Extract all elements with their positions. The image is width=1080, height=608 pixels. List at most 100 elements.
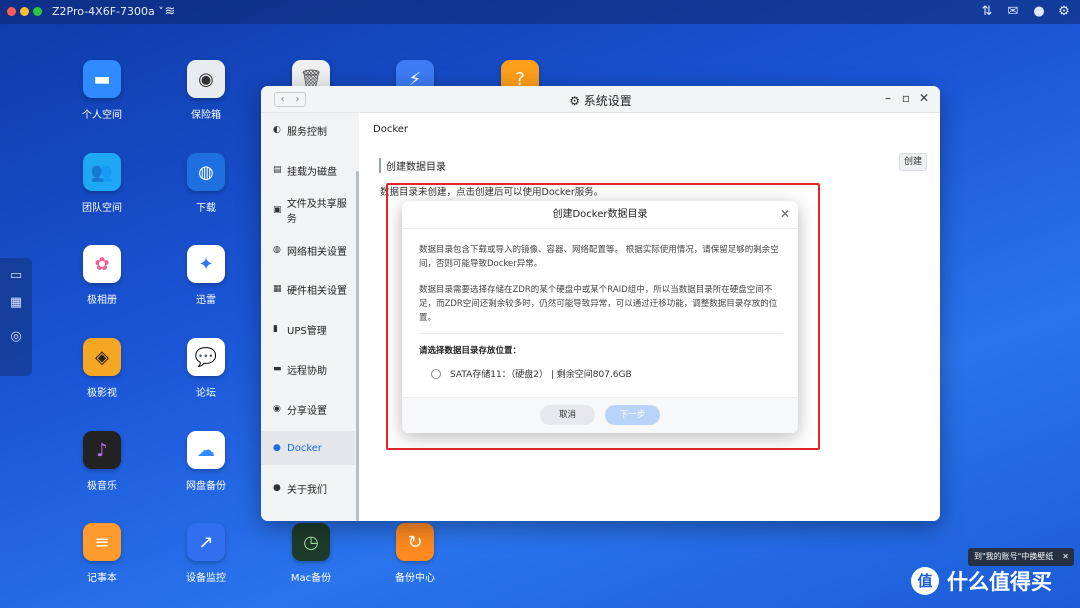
dialog-paragraph-2: 数据目录需要选择存储在ZDR的某个硬盘中或某个RAID组中，所以当数据目录所在硬… [419,285,778,323]
desktop-app-cloud-backup[interactable]: ☁ 网盘备份 [161,431,251,492]
apps-grid-icon[interactable]: ▦ [7,294,25,312]
settings-app-icon[interactable]: ◎ [7,328,25,346]
app-label: 个人空间 [82,110,122,121]
dialog-footer: 取消 下一步 [402,397,798,433]
side-dock: ▭ ▦ ◎ [0,258,32,376]
desktop-app-download[interactable]: ◍ 下载 [161,153,251,214]
desktop-app-video[interactable]: ◈ 极影视 [57,338,147,399]
desktop-app-forum[interactable]: 💬 论坛 [161,338,251,399]
monitor-chart-icon: ↗ [187,523,225,561]
app-label: 网盘备份 [186,481,226,492]
desktop-app-mac-backup[interactable]: ◷ Mac备份 [266,523,356,584]
sidebar-item-remote-assist[interactable]: ▬ 远程协助 [261,352,355,386]
app-label: 极相册 [87,295,117,306]
watermark-text: 什么值得买 [947,570,1052,594]
transfer-icon[interactable]: ⇅ [978,3,996,21]
app-label: 极影视 [87,388,117,399]
video-icon: ◈ [83,338,121,376]
sidebar-item-docker[interactable]: ● Docker [261,431,355,465]
dialog-title: 创建Docker数据目录 [402,201,798,229]
app-label: 保险箱 [191,110,221,121]
sidebar-item-hardware[interactable]: ▦ 硬件相关设置 [261,272,355,306]
app-label: 团队空间 [82,203,122,214]
settings-gear-icon: ⚙ [569,94,580,108]
sidebar-item-ups[interactable]: ▮ UPS管理 [261,312,355,346]
cloud-icon: ☁ [187,431,225,469]
dialog-paragraph-1: 数据目录包含下载或导入的镜像、容器、网络配置等。 根据实际使用情况，请保留足够的… [419,245,779,269]
app-label: 论坛 [196,388,216,399]
watermark-logo: 值 [911,567,939,595]
desktop-app-photos[interactable]: ✿ 极相册 [57,245,147,306]
sidebar-item-share-settings[interactable]: ◉ 分享设置 [261,392,355,426]
close-icon[interactable]: ✕ [917,91,931,105]
user-icon[interactable]: ● [1030,3,1048,21]
device-hostname[interactable]: Z2Pro-4X6F-7300a ˅ [52,5,164,18]
next-button[interactable]: 下一步 [605,405,660,425]
minimize-icon[interactable]: – [881,91,895,105]
tooltip-close-icon[interactable]: ✕ [1062,548,1069,566]
time-machine-icon: ◷ [292,523,330,561]
close-icon[interactable]: ✕ [780,207,790,221]
gear-icon[interactable]: ⚙ [1055,3,1073,21]
desktop-app-music[interactable]: ♪ 极音乐 [57,431,147,492]
window-titlebar[interactable]: ‹ › ⚙ 系统设置 – ▫ ✕ [261,86,940,113]
desktop-app-team-space[interactable]: 👥 团队空间 [57,153,147,214]
globe-icon: ◍ [273,245,281,255]
storage-radio[interactable] [431,369,441,379]
app-label: 记事本 [87,573,117,584]
docker-icon: ● [273,443,281,453]
notes-icon: ≡ [83,523,121,561]
app-label: 迅雷 [196,295,216,306]
info-icon: ● [273,483,281,493]
wallpaper-tooltip: 到"我的账号"中换壁纸 ✕ [968,548,1074,566]
mail-icon[interactable]: ✉ [1004,3,1022,21]
window-title: ⚙ 系统设置 [569,94,632,108]
photos-icon: ✿ [83,245,121,283]
sidebar-item-about[interactable]: ● 关于我们 [261,471,355,505]
sidebar-item-network[interactable]: ◍ 网络相关设置 [261,233,355,267]
sidebar-item-service-control[interactable]: ◐ 服务控制 [261,113,355,147]
create-button[interactable]: 创建 [899,153,927,171]
disk-icon: ▤ [273,165,282,175]
team-folder-icon: 👥 [83,153,121,191]
settings-sidebar: ◐ 服务控制 ▤ 挂载为磁盘 ▣ 文件及共享服务 ◍ 网络相关设置 ▦ 硬件相关设置 ▮ U… [261,113,359,521]
app-label: Mac备份 [290,573,332,584]
cancel-button[interactable]: 取消 [540,405,595,425]
desktop-app-xunlei[interactable]: ✦ 迅雷 [161,245,251,306]
close-dot[interactable] [7,7,16,16]
app-label: 设备监控 [186,573,226,584]
divider [419,333,783,334]
create-docker-dir-dialog: 创建Docker数据目录 ✕ 数据目录包含下载或导入的镜像、容器、网络配置等。 … [402,201,798,433]
app-label: 备份中心 [395,573,435,584]
storage-option-label[interactable]: SATA存储11：（硬盘2） | 剩余空间807.6GB [450,367,632,380]
desktop-app-backup-center[interactable]: ↻ 备份中心 [370,523,460,584]
watermark: 值 什么值得买 [911,566,1052,596]
app-label: 下载 [196,203,216,214]
app-label: 极音乐 [87,481,117,492]
desktop-app-monitor[interactable]: ↗ 设备监控 [161,523,251,584]
sidebar-item-mount-disk[interactable]: ▤ 挂载为磁盘 [261,153,355,187]
desktop-app-safe[interactable]: ◉ 保险箱 [161,60,251,121]
grid-icon: ▦ [273,284,282,294]
section-title: 创建数据目录 [379,158,446,173]
maximize-dot[interactable] [33,7,42,16]
desktop-app-notes[interactable]: ≡ 记事本 [57,523,147,584]
file-icon: ▣ [273,205,282,215]
wifi-icon: ≋ [164,4,176,19]
desktop-app-personal-space[interactable]: ▬ 个人空间 [57,60,147,121]
safe-icon: ◉ [187,60,225,98]
toggle-icon: ◐ [273,125,281,135]
drive-icon[interactable]: ▭ [7,267,25,285]
xunlei-icon: ✦ [187,245,225,283]
backup-sync-icon: ↻ [396,523,434,561]
forum-icon: 💬 [187,338,225,376]
folder-icon: ▬ [83,60,121,98]
sidebar-item-file-share[interactable]: ▣ 文件及共享服务 [261,193,355,227]
download-globe-icon: ◍ [187,153,225,191]
share-icon: ◉ [273,404,281,414]
minimize-dot[interactable] [20,7,29,16]
maximize-icon[interactable]: ▫ [899,91,913,105]
breadcrumb: Docker [373,124,409,135]
remote-icon: ▬ [273,364,282,374]
location-label: 请选择数据目录存放位置： [419,346,522,356]
